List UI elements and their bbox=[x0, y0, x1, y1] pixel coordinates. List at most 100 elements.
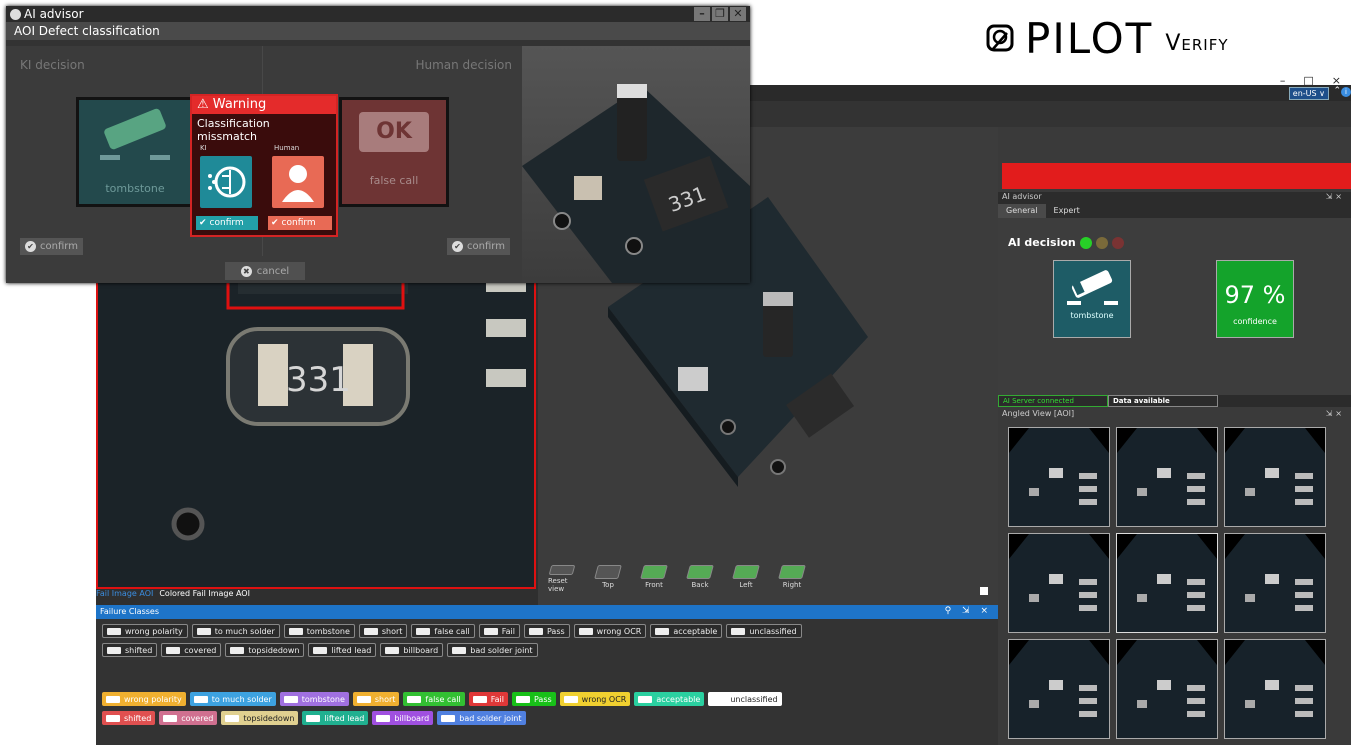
angled-thumbnail[interactable] bbox=[1008, 639, 1110, 739]
left-view-button[interactable]: Left bbox=[732, 565, 760, 593]
cancel-button[interactable]: ✖ cancel bbox=[225, 262, 305, 280]
failure-class-chip[interactable]: lifted lead bbox=[308, 643, 377, 657]
check-icon: ✔ bbox=[271, 218, 279, 228]
back-view-button[interactable]: Back bbox=[686, 565, 714, 593]
failure-class-chip[interactable]: acceptable bbox=[650, 624, 723, 638]
failure-class-label: billboard bbox=[394, 713, 430, 723]
angled-panel-controls[interactable]: ⇲× bbox=[1326, 409, 1345, 418]
ki-class-card[interactable]: tombstone bbox=[76, 97, 194, 207]
failure-class-chip[interactable]: shifted bbox=[102, 643, 158, 657]
failure-class-chip[interactable]: wrong OCR bbox=[573, 624, 647, 638]
failure-class-label: unclassified bbox=[730, 694, 778, 704]
angled-thumbnail[interactable] bbox=[1008, 533, 1110, 633]
human-class-card[interactable]: OK false call bbox=[339, 97, 449, 207]
chevron-up-icon[interactable]: ⌃ bbox=[1333, 86, 1341, 96]
fullscreen-toggle[interactable] bbox=[980, 587, 988, 595]
tab-fail-image[interactable]: Fail Image AOI bbox=[96, 589, 153, 605]
failure-class-icon bbox=[528, 627, 543, 635]
failure-class-chip[interactable]: topsidedown bbox=[221, 711, 299, 725]
failure-class-label: Fail bbox=[490, 694, 504, 704]
failure-class-chip[interactable]: wrong polarity bbox=[102, 624, 188, 638]
failure-class-chip[interactable]: wrong OCR bbox=[559, 692, 631, 706]
failure-class-chip[interactable]: wrong polarity bbox=[102, 692, 186, 706]
failure-class-chip[interactable]: false call bbox=[403, 692, 465, 706]
failure-class-chip[interactable]: to much solder bbox=[191, 624, 280, 638]
failure-class-icon bbox=[483, 627, 498, 635]
failure-class-chip[interactable]: covered bbox=[161, 643, 222, 657]
tab-colored-fail-image[interactable]: Colored Fail Image AOI bbox=[159, 589, 250, 605]
panel-controls[interactable]: ⚲ ⇲ × bbox=[945, 606, 992, 616]
failure-class-icon bbox=[230, 646, 245, 654]
confidence-label: confidence bbox=[1233, 317, 1277, 326]
thumbnail-image bbox=[1009, 534, 1109, 632]
angled-thumbnail-selected[interactable] bbox=[1116, 533, 1218, 633]
advisor-panel-controls[interactable]: ⇲× bbox=[1326, 192, 1345, 201]
failure-class-icon bbox=[385, 646, 400, 654]
human-class-label: false call bbox=[369, 174, 419, 187]
failure-class-chip[interactable]: Pass bbox=[523, 624, 570, 638]
thumbnail-image bbox=[1225, 428, 1325, 526]
failure-class-chip[interactable]: Fail bbox=[478, 624, 520, 638]
failure-class-chip[interactable]: short bbox=[358, 624, 408, 638]
info-icon[interactable]: i bbox=[1341, 87, 1351, 97]
warning-confirm-ki-button[interactable]: ✔ confirm bbox=[196, 216, 258, 230]
failure-class-icon bbox=[376, 714, 391, 722]
failure-class-icon bbox=[638, 695, 653, 703]
failure-class-chip[interactable]: tombstone bbox=[279, 692, 349, 706]
right-view-button[interactable]: Right bbox=[778, 565, 806, 593]
failure-class-chip[interactable]: acceptable bbox=[634, 692, 705, 706]
front-view-button[interactable]: Front bbox=[640, 565, 668, 593]
failure-class-chip[interactable]: Pass bbox=[511, 692, 556, 706]
failure-class-chip[interactable]: billboard bbox=[372, 711, 434, 725]
warning-confirm-human-button[interactable]: ✔ confirm bbox=[268, 216, 332, 230]
failure-class-label: to much solder bbox=[211, 694, 272, 704]
failure-class-icon bbox=[356, 695, 371, 703]
angled-view-title: Angled View [AOI] bbox=[1002, 409, 1075, 418]
reset-view-button[interactable]: Reset view bbox=[548, 565, 576, 593]
decision-class-label: tombstone bbox=[1070, 311, 1114, 320]
failure-class-chip[interactable]: bad solder joint bbox=[437, 711, 526, 725]
tombstone-icon bbox=[100, 108, 170, 160]
angled-thumbnail[interactable] bbox=[1116, 639, 1218, 739]
failure-class-label: bad solder joint bbox=[459, 713, 522, 723]
failure-class-chip[interactable]: shifted bbox=[102, 711, 156, 725]
failure-class-chip[interactable]: to much solder bbox=[189, 692, 276, 706]
failure-class-chip[interactable]: false call bbox=[411, 624, 475, 638]
failure-class-chip[interactable]: billboard bbox=[380, 643, 444, 657]
confirm-human-button[interactable]: ✔ confirm bbox=[447, 238, 510, 255]
dialog-restore-button[interactable]: ❐ bbox=[712, 7, 728, 21]
advisor-tabs: General Expert bbox=[998, 204, 1351, 218]
dialog-minimize-button[interactable]: – bbox=[694, 7, 710, 21]
data-status: Data available bbox=[1108, 395, 1218, 407]
tab-expert[interactable]: Expert bbox=[1046, 204, 1088, 218]
failure-class-chip[interactable]: bad solder joint bbox=[447, 643, 538, 657]
failure-class-chip[interactable]: topsidedown bbox=[225, 643, 305, 657]
angled-thumbnail[interactable] bbox=[1008, 427, 1110, 527]
failure-class-icon bbox=[515, 695, 530, 703]
failure-class-icon bbox=[283, 695, 298, 703]
angled-thumbnail[interactable] bbox=[1116, 427, 1218, 527]
failure-class-icon bbox=[452, 646, 467, 654]
false-call-icon: OK bbox=[359, 112, 429, 152]
dialog-close-button[interactable]: ✕ bbox=[730, 7, 746, 21]
failure-class-label: tombstone bbox=[306, 626, 350, 636]
angled-thumbnail[interactable] bbox=[1224, 639, 1326, 739]
failure-class-chip[interactable]: Fail bbox=[468, 692, 508, 706]
failure-class-icon bbox=[407, 695, 422, 703]
failure-class-chip[interactable]: lifted lead bbox=[302, 711, 369, 725]
failure-class-icon bbox=[306, 714, 321, 722]
failure-class-chip[interactable]: unclassified bbox=[726, 624, 802, 638]
angled-thumbnail[interactable] bbox=[1224, 427, 1326, 527]
confirm-ki-button[interactable]: ✔ confirm bbox=[20, 238, 83, 255]
failure-class-chip[interactable]: tombstone bbox=[283, 624, 355, 638]
failure-class-chip[interactable]: unclassified bbox=[708, 692, 782, 706]
tab-general[interactable]: General bbox=[998, 204, 1046, 218]
failure-class-chip[interactable]: covered bbox=[159, 711, 218, 725]
failure-class-label: false call bbox=[425, 694, 461, 704]
language-select[interactable]: en-US ∨ bbox=[1288, 87, 1329, 100]
advisor-title-bar: AI advisor ⇲× bbox=[998, 192, 1351, 204]
failure-class-chip[interactable]: short bbox=[352, 692, 400, 706]
failure-class-label: tombstone bbox=[301, 694, 345, 704]
top-view-button[interactable]: Top bbox=[594, 565, 622, 593]
angled-thumbnail[interactable] bbox=[1224, 533, 1326, 633]
